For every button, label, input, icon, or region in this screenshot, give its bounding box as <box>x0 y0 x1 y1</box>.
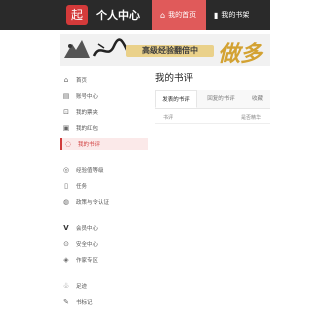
sidebar-item-label: 首页 <box>76 78 88 84</box>
top-bar: 起 个人中心 ⌂ 我的首页 ▮ 我的书架 <box>0 0 270 30</box>
sidebar-item-tickets[interactable]: ⊡ 我的票夹 <box>60 106 148 118</box>
author-icon: ◈ <box>63 256 69 264</box>
sidebar-item-label: 足迹 <box>76 284 88 290</box>
sidebar-item-book-reviews[interactable]: ◌ 我的书评 <box>60 138 148 150</box>
security-icon: ⊙ <box>63 240 69 248</box>
book-icon: ▮ <box>214 10 219 20</box>
sidebar-item-label: 经验值等级 <box>76 168 104 174</box>
tab-label: 我的书架 <box>221 11 250 19</box>
sidebar-item-account[interactable]: ▤ 账号中心 <box>60 90 148 102</box>
tab-published-reviews[interactable]: 发表的书评 <box>155 90 197 108</box>
column-header-review: 书评 <box>163 115 174 121</box>
tab-my-home[interactable]: ⌂ 我的首页 <box>152 0 206 30</box>
sidebar-item-label: 我的红包 <box>76 126 99 132</box>
sidebar-item-label: 任务 <box>76 184 88 190</box>
sidebar-item-author-zone[interactable]: ◈ 作家专区 <box>60 254 148 266</box>
sidebar-item-bookmarks[interactable]: ✎ 书标记 <box>60 296 148 308</box>
tab-favorites[interactable]: 收藏 <box>245 90 270 108</box>
promo-banner[interactable]: 高级经验翻倍中 做多 <box>60 34 270 66</box>
sidebar-item-security-center[interactable]: ⊙ 安全中心 <box>60 238 148 250</box>
task-icon: ▯ <box>64 182 68 190</box>
sidebar-item-red-packets[interactable]: ▣ 我的红包 <box>60 122 148 134</box>
sidebar-item-label: 会员中心 <box>76 226 99 232</box>
tab-replied-reviews[interactable]: 回复的书评 <box>201 90 241 108</box>
table-header: 书评 是否精华 <box>155 111 270 124</box>
banner-calligraphy: 做多 <box>218 41 263 66</box>
sidebar-item-label: 作家专区 <box>76 258 99 264</box>
sidebar-item-vip-center[interactable]: V 会员中心 <box>60 222 148 234</box>
sidebar-item-experience-level[interactable]: ◎ 经验值等级 <box>60 164 148 176</box>
gift-icon: ▣ <box>62 124 70 132</box>
site-logo[interactable]: 起 <box>66 5 88 25</box>
sidebar-item-label: 我的书评 <box>78 142 101 148</box>
sidebar-item-tasks[interactable]: ▯ 任务 <box>60 180 148 192</box>
sidebar: ⌂ 首页 ▤ 账号中心 ⊡ 我的票夹 ▣ 我的红包 ◌ 我的书评 ◎ 经验值等级… <box>60 70 148 312</box>
level-icon: ◎ <box>62 166 70 174</box>
sidebar-item-label: 安全中心 <box>76 242 99 248</box>
sidebar-item-label: 政策与令认证 <box>76 200 110 206</box>
review-list <box>155 124 270 312</box>
ticket-icon: ⊡ <box>63 108 69 116</box>
column-header-featured: 是否精华 <box>241 115 262 121</box>
sidebar-item-home[interactable]: ⌂ 首页 <box>60 74 148 86</box>
banner-title: 高级经验翻倍中 <box>126 45 214 57</box>
sidebar-item-label: 账号中心 <box>76 94 99 100</box>
home-icon: ⌂ <box>63 76 69 84</box>
sidebar-item-footprints[interactable]: ♧ 足迹 <box>60 280 148 292</box>
footprint-icon: ♧ <box>62 282 70 290</box>
page-title: 我的书评 <box>155 73 194 84</box>
review-tabs: 发表的书评 回复的书评 收藏 <box>155 90 270 109</box>
verify-icon: ◍ <box>62 198 70 206</box>
page-header-title: 个人中心 <box>96 9 140 22</box>
tab-label: 我的首页 <box>168 11 197 19</box>
banner-ink-brush-icon <box>92 38 130 57</box>
sidebar-item-label: 书标记 <box>76 300 93 306</box>
vip-icon: V <box>63 224 69 232</box>
document-icon: ▤ <box>62 92 70 100</box>
comment-icon: ◌ <box>64 140 72 148</box>
sidebar-item-label: 我的票夹 <box>76 110 99 116</box>
main-content: 我的书评 发表的书评 回复的书评 收藏 书评 是否精华 <box>155 70 270 312</box>
home-icon: ⌂ <box>160 10 166 20</box>
sidebar-item-verification[interactable]: ◍ 政策与令认证 <box>60 196 148 208</box>
bookmark-icon: ✎ <box>63 298 69 306</box>
tab-my-bookshelf[interactable]: ▮ 我的书架 <box>208 0 270 30</box>
banner-illustration-icon <box>64 40 90 58</box>
